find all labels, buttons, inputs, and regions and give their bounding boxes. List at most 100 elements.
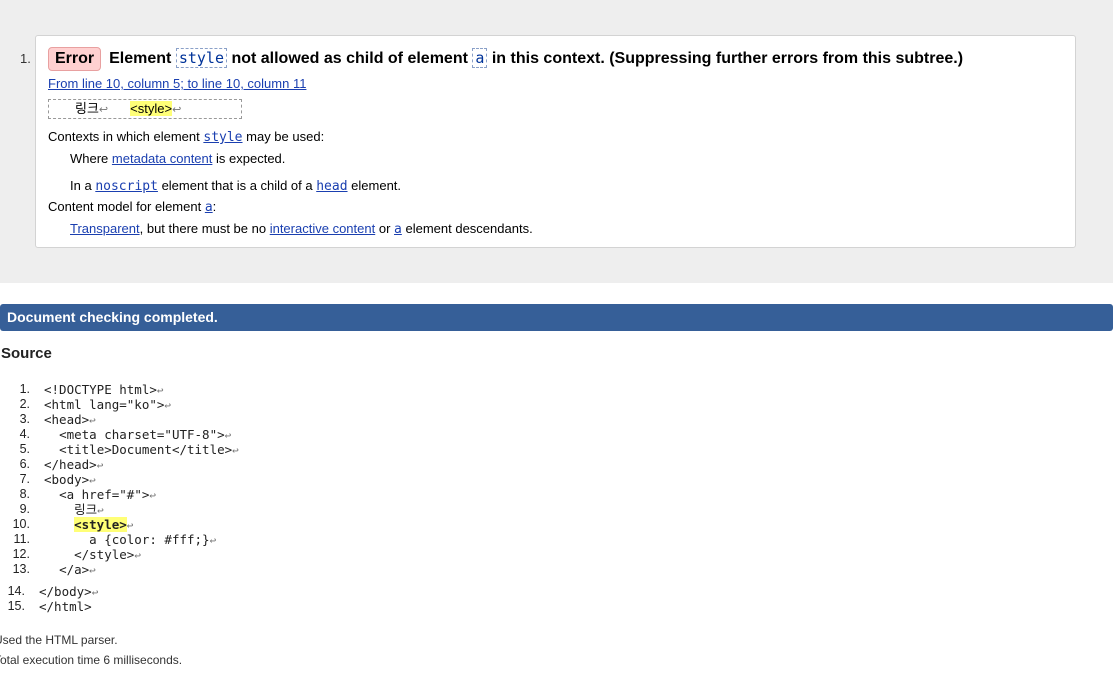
line-number: 13.: [12, 562, 30, 576]
newline-glyph: ↩: [97, 504, 104, 517]
line-number: 9.: [19, 502, 30, 516]
line-code: <head>↩: [44, 412, 96, 428]
line-code: a {color: #fff;}↩: [44, 532, 216, 548]
newline-glyph: ↩: [96, 459, 104, 472]
code-text: <title>Document</title>: [59, 442, 233, 457]
newline-glyph: ↩: [91, 586, 99, 599]
content-model-item: Transparent, but there must be no intera…: [70, 221, 533, 237]
contexts-label-post: may be used:: [246, 129, 325, 144]
line-code: <!DOCTYPE html>↩: [44, 382, 164, 398]
code-text: </html>: [39, 599, 92, 614]
line-code: </a>↩: [44, 562, 96, 578]
line-number: 7.: [19, 472, 30, 486]
line-code: <body>↩: [44, 472, 96, 488]
line-number: 2.: [19, 397, 30, 411]
newline-glyph: ↩: [149, 489, 156, 502]
line-code: <title>Document</title>↩: [44, 442, 239, 458]
code-text: <!DOCTYPE html>: [44, 382, 157, 397]
line-code: <meta charset="UTF-8">↩: [44, 427, 231, 443]
extract-highlight: <style>: [130, 101, 173, 116]
newline-glyph: ↩: [98, 104, 109, 116]
line-number: 14.: [7, 584, 25, 598]
line-number: 8.: [19, 487, 30, 501]
model-label-post: :: [212, 199, 217, 214]
line-number: 11.: [13, 532, 30, 546]
line-code: <a href="#">↩: [44, 487, 156, 503]
highlighted-code: <style>: [74, 517, 127, 532]
parser-note: Used the HTML parser.: [0, 633, 118, 647]
location-link[interactable]: From line 10, column 5; to line 10, colu…: [48, 76, 306, 91]
newline-glyph: ↩: [209, 534, 217, 547]
context2-mid: element that is a child of a: [161, 178, 313, 193]
context-item-2: In a noscript element that is a child of…: [70, 178, 401, 194]
metadata-content-link[interactable]: metadata content: [112, 151, 212, 166]
execution-time: Total execution time 6 milliseconds.: [0, 653, 183, 667]
newline-glyph: ↩: [126, 519, 134, 532]
line-number: 1.: [19, 382, 30, 396]
model-mid: , but there must be no: [139, 221, 267, 236]
line-number: 3.: [19, 412, 30, 426]
message-number: 1.: [20, 51, 31, 66]
code-text: a {color: #fff;}: [89, 532, 210, 547]
newline-glyph: ↩: [89, 564, 96, 577]
code-text: 링크: [74, 502, 98, 517]
code-extract: 링크↩ <style>↩: [48, 99, 242, 119]
source-heading: Source: [1, 345, 52, 362]
line-code: 링크↩: [44, 502, 104, 518]
code-text: </head>: [44, 457, 97, 472]
newline-glyph: ↩: [224, 429, 232, 442]
line-code: <html lang="ko">↩: [44, 397, 171, 413]
context1-post: is expected.: [216, 151, 286, 166]
line-number: 6.: [19, 457, 30, 471]
message-text-mid: not allowed as child of element: [231, 50, 468, 67]
line-code: </head>↩: [44, 457, 103, 473]
message-text-end: in this context. (Suppressing further er…: [491, 50, 964, 67]
head-link[interactable]: head: [316, 179, 347, 194]
style-element-link[interactable]: style: [203, 130, 242, 145]
line-number: 15.: [7, 599, 25, 613]
line-number: 5.: [19, 442, 30, 456]
message-text-element: Element: [109, 50, 172, 67]
newline-glyph: ↩: [164, 399, 172, 412]
line-number: 4.: [19, 427, 30, 441]
newline-glyph: ↩: [156, 384, 164, 397]
extract-text: 링크: [75, 101, 99, 116]
code-text: <meta charset="UTF-8">: [59, 427, 225, 442]
interactive-content-link[interactable]: interactive content: [270, 221, 376, 236]
line-code: </style>↩: [44, 547, 141, 563]
a-element-link[interactable]: a: [205, 200, 213, 215]
status-completed-bar: Document checking completed.: [0, 304, 1113, 331]
newline-glyph: ↩: [172, 104, 182, 116]
line-code: <style>↩: [44, 517, 133, 533]
newline-glyph: ↩: [134, 549, 141, 562]
newline-glyph: ↩: [89, 474, 96, 487]
contexts-label-pre: Contexts in which element: [48, 129, 200, 144]
context2-pre: In a: [70, 178, 92, 193]
a-descendant-link[interactable]: a: [394, 222, 402, 237]
transparent-link[interactable]: Transparent: [70, 221, 140, 236]
code-text: </body>: [39, 584, 92, 599]
error-message-box: Error Element style not allowed as child …: [35, 35, 1076, 248]
code-text: </style>: [74, 547, 135, 562]
model-or: or: [378, 221, 391, 236]
newline-glyph: ↩: [89, 414, 96, 427]
line-number: 10.: [12, 517, 30, 531]
code-text: <a href="#">: [59, 487, 150, 502]
code-text: <head>: [44, 412, 90, 427]
model-label-pre: Content model for element: [48, 199, 202, 214]
contexts-label: Contexts in which element style may be u…: [48, 129, 324, 145]
context1-pre: Where: [70, 151, 109, 166]
code-text: <body>: [44, 472, 90, 487]
newline-glyph: ↩: [232, 444, 239, 457]
line-code: </html>: [39, 599, 92, 615]
parent-element-code: a: [472, 48, 488, 68]
line-number: 12.: [12, 547, 30, 561]
content-model-label: Content model for element a:: [48, 199, 216, 215]
element-name-code: style: [175, 48, 227, 68]
context2-post: element.: [351, 178, 402, 193]
code-text: </a>: [59, 562, 90, 577]
message-heading: Error Element style not allowed as child …: [48, 47, 963, 71]
noscript-link[interactable]: noscript: [95, 179, 158, 194]
line-code: </body>↩: [39, 584, 98, 600]
model-post: element descendants.: [405, 221, 533, 236]
